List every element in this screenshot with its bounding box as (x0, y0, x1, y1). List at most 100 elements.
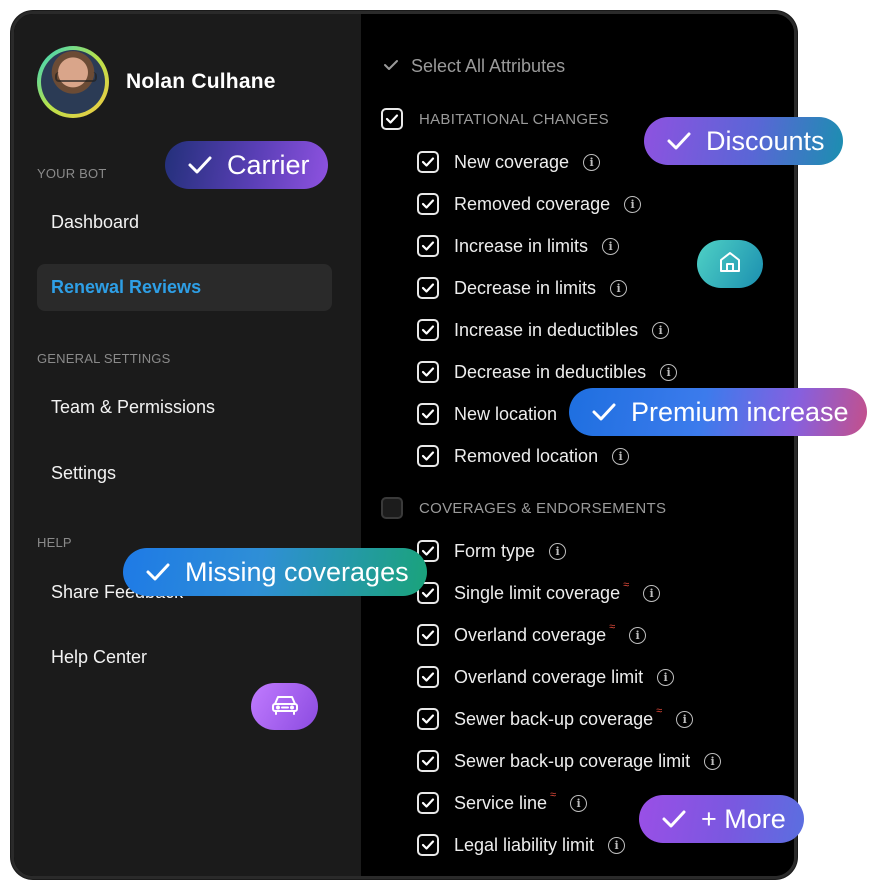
item-label: Decrease in limits (454, 277, 597, 298)
item-label: Legal liability limit (454, 834, 595, 855)
group-checkbox[interactable] (381, 497, 403, 519)
item-checkbox[interactable] (417, 193, 439, 215)
list-item[interactable]: Legal liability limit i (417, 832, 626, 858)
home-icon (717, 249, 743, 280)
item-label: Overland coverage limit (454, 666, 644, 687)
list-item[interactable]: Service line ≈ i (417, 789, 588, 816)
carrier-chip[interactable]: Carrier (165, 141, 328, 189)
list-item[interactable]: Overland coverage ≈ i (417, 621, 647, 648)
car-icon (271, 693, 299, 720)
item-checkbox[interactable] (417, 666, 439, 688)
info-icon[interactable]: i (583, 153, 601, 171)
item-checkbox[interactable] (417, 834, 439, 856)
avatar-photo (41, 50, 105, 114)
flag-icon: ≈ (609, 621, 616, 633)
item-checkbox[interactable] (417, 624, 439, 646)
info-icon[interactable]: i (549, 542, 567, 560)
check-icon (666, 130, 692, 152)
info-icon[interactable]: i (704, 752, 722, 770)
home-chip[interactable] (697, 240, 763, 288)
list-item[interactable]: Removed coverage i (417, 191, 642, 217)
section-general-settings: GENERAL SETTINGS (37, 351, 171, 366)
item-checkbox[interactable] (417, 792, 439, 814)
premium-increase-chip-label: Premium increase (631, 396, 849, 427)
info-icon[interactable]: i (660, 363, 678, 381)
info-icon[interactable]: i (610, 279, 628, 297)
list-item[interactable]: Increase in limits i (417, 233, 620, 259)
list-item[interactable]: Decrease in deductibles i (417, 359, 678, 385)
group-header[interactable]: HABITATIONAL CHANGES (381, 108, 609, 130)
group-header[interactable]: COVERAGES & ENDORSEMENTS (381, 497, 666, 519)
item-checkbox[interactable] (417, 151, 439, 173)
more-chip-label: + More (701, 803, 786, 834)
list-item[interactable]: Decrease in limits i (417, 275, 628, 301)
item-checkbox[interactable] (417, 319, 439, 341)
list-item[interactable]: Single limit coverage ≈ i (417, 579, 661, 606)
item-checkbox[interactable] (417, 750, 439, 772)
item-checkbox[interactable] (417, 277, 439, 299)
item-label: Increase in limits (454, 235, 589, 256)
sidebar-item-team-permissions[interactable]: Team & Permissions (51, 397, 215, 418)
list-item[interactable]: Sewer back-up coverage ≈ i (417, 705, 694, 732)
list-item[interactable]: Removed location i (417, 443, 630, 469)
item-label: Service line (454, 792, 548, 813)
list-item[interactable]: New coverage i (417, 149, 601, 175)
info-icon[interactable]: i (624, 195, 642, 213)
item-label: Sewer back-up coverage (454, 708, 654, 729)
item-checkbox[interactable] (417, 708, 439, 730)
info-icon[interactable]: i (657, 668, 675, 686)
check-icon (145, 561, 171, 583)
item-label: Removed coverage (454, 193, 611, 214)
missing-coverages-chip[interactable]: Missing coverages (123, 548, 427, 596)
list-item[interactable]: New locationi (417, 401, 589, 427)
info-icon[interactable]: i (643, 584, 661, 602)
check-icon (661, 808, 687, 830)
item-label: Single limit coverage (454, 582, 621, 603)
section-your-bot: YOUR BOT (37, 166, 107, 181)
info-icon[interactable]: i (570, 794, 588, 812)
check-icon (591, 401, 617, 423)
group-title: HABITATIONAL CHANGES (419, 110, 609, 128)
flag-icon: ≈ (623, 579, 630, 591)
item-label: Form type (454, 540, 536, 561)
discounts-chip-label: Discounts (706, 125, 825, 156)
carrier-chip-label: Carrier (227, 149, 310, 180)
list-item[interactable]: Sewer back-up coverage limit i (417, 748, 722, 774)
item-label: Overland coverage (454, 624, 607, 645)
info-icon[interactable]: i (676, 710, 694, 728)
flag-icon: ≈ (656, 705, 663, 717)
item-label: New coverage (454, 151, 570, 172)
list-item[interactable]: Form type i (417, 538, 567, 564)
car-chip[interactable] (251, 683, 318, 730)
group-checkbox[interactable] (381, 108, 403, 130)
premium-increase-chip[interactable]: Premium increase (569, 388, 867, 436)
info-icon[interactable]: i (608, 836, 626, 854)
item-label: Increase in deductibles (454, 319, 639, 340)
more-chip[interactable]: + More (639, 795, 804, 843)
flag-icon: ≈ (550, 789, 557, 801)
info-icon[interactable]: i (602, 237, 620, 255)
group-title: COVERAGES & ENDORSEMENTS (419, 499, 667, 517)
info-icon[interactable]: i (652, 321, 670, 339)
missing-coverages-chip-label: Missing coverages (185, 556, 409, 587)
item-label: New location (454, 403, 558, 424)
item-checkbox[interactable] (417, 403, 439, 425)
discounts-chip[interactable]: Discounts (644, 117, 843, 165)
item-checkbox[interactable] (417, 361, 439, 383)
check-icon (187, 154, 213, 176)
info-icon[interactable]: i (629, 626, 647, 644)
list-item[interactable]: Overland coverage limit i (417, 664, 675, 690)
sidebar-item-settings[interactable]: Settings (51, 463, 116, 484)
select-all-attributes[interactable]: Select All Attributes (383, 56, 565, 77)
info-icon[interactable]: i (612, 447, 630, 465)
check-icon (383, 56, 399, 77)
item-label: Sewer back-up coverage limit (454, 750, 691, 771)
sidebar-item-dashboard[interactable]: Dashboard (51, 212, 139, 233)
sidebar-item-help-center[interactable]: Help Center (51, 647, 147, 668)
sidebar-item-renewal-reviews[interactable]: Renewal Reviews (37, 264, 332, 311)
section-help: HELP (37, 535, 72, 550)
item-checkbox[interactable] (417, 445, 439, 467)
avatar[interactable] (37, 46, 109, 118)
list-item[interactable]: Increase in deductibles i (417, 317, 670, 343)
item-checkbox[interactable] (417, 235, 439, 257)
